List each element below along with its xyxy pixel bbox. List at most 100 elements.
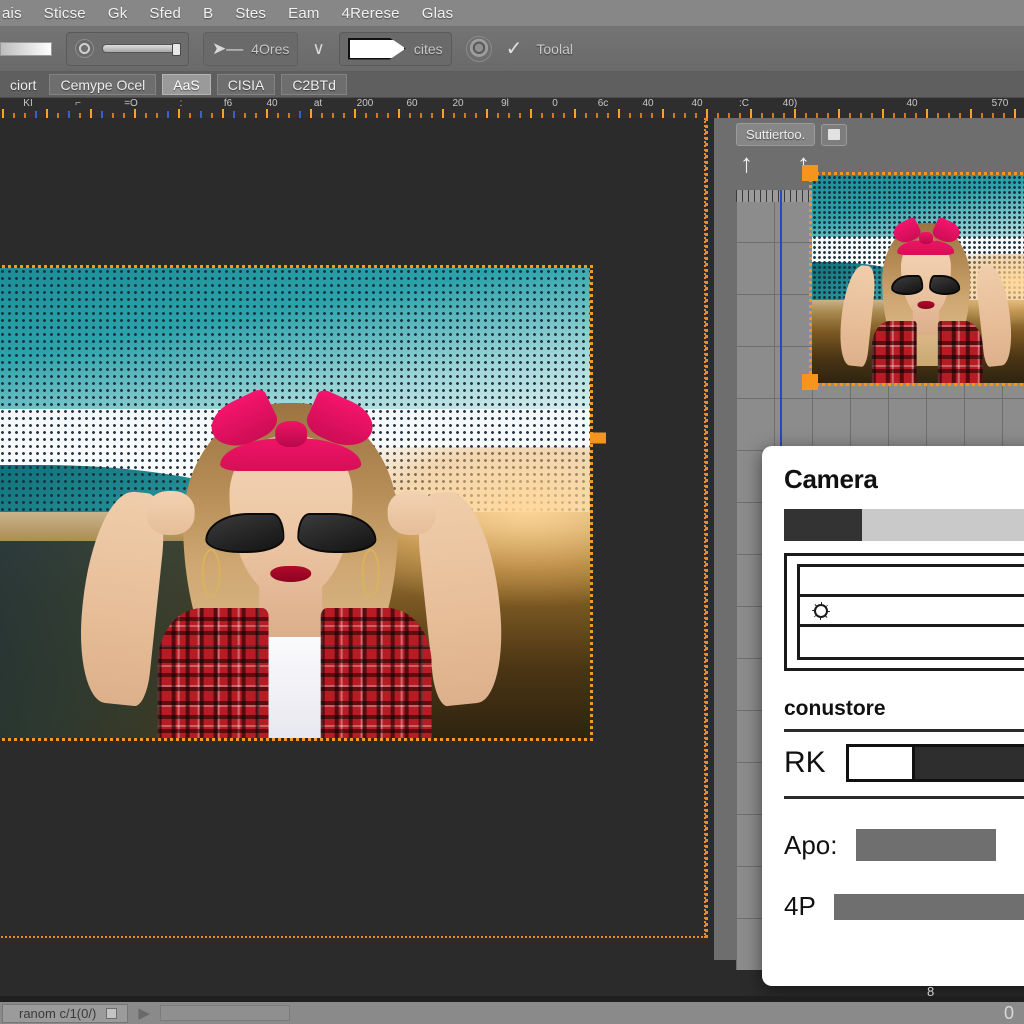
ruler-label: 6c — [597, 98, 609, 109]
menu-item-3[interactable]: Sfed — [149, 5, 181, 22]
gradient-swatch[interactable] — [0, 41, 52, 56]
primary-toolbar: ➤— 4Ores ∨ cites ✓ Toolal — [0, 26, 1024, 72]
arrow-right-icon: ➤— — [212, 39, 244, 58]
opacity-slider[interactable] — [102, 43, 181, 56]
check-icon[interactable]: ✓ — [506, 39, 523, 59]
selection-handle-right[interactable] — [590, 432, 606, 444]
camera-panel[interactable]: Camera conustore RK Apo: 4P — [762, 446, 1024, 986]
ruler-label: 40) — [782, 98, 798, 109]
apo-label: Apo: — [784, 829, 838, 860]
document-info-text: ranom c/1(0/) — [19, 1005, 97, 1021]
earring-left — [202, 549, 221, 598]
menu-item-2[interactable]: Gk — [108, 5, 128, 22]
ruler-label: 20 — [452, 98, 464, 109]
options-tab-bar: ciort Cemype Ocel AaS CISIA C2BTd — [0, 72, 1024, 98]
camera-row-1[interactable] — [800, 597, 1024, 627]
panel-icon[interactable] — [821, 123, 848, 146]
fourp-field-row: 4P — [784, 891, 1024, 922]
ruler-label: 40 — [906, 98, 918, 109]
ruler-label: 200 — [356, 98, 374, 109]
camera-row-2[interactable] — [800, 627, 1024, 657]
slider-thumb[interactable] — [172, 43, 181, 56]
thumb-bow-left — [890, 216, 924, 248]
menu-item-4[interactable]: B — [203, 5, 213, 22]
navigator-arrow-row: ↑ ↑ — [740, 150, 810, 176]
thumb-lens-left — [891, 275, 924, 295]
divider-1 — [784, 729, 1024, 732]
vertical-guide[interactable] — [705, 118, 708, 938]
menu-item-6[interactable]: Eam — [288, 5, 319, 22]
lens-right — [297, 512, 377, 554]
camera-progress[interactable] — [784, 509, 1024, 541]
ruler-label: ⌐ — [75, 98, 81, 109]
navigator-tab[interactable]: Suttiertoo. — [736, 123, 816, 146]
option-tab-1[interactable]: Cemype Ocel — [49, 74, 157, 95]
status-bar: ranom c/1(0/) ▶ — [0, 1002, 1024, 1024]
ruler-label: =O — [124, 98, 138, 109]
apo-field-row: Apo: — [784, 829, 1024, 861]
brush-label: cites — [413, 40, 443, 57]
opacity-slider-group[interactable] — [66, 31, 189, 66]
apo-field[interactable] — [855, 829, 996, 861]
option-tab-4[interactable]: C2BTd — [281, 74, 347, 95]
thumb-handle-top-left[interactable] — [802, 165, 818, 181]
rk-slider-fill — [848, 747, 915, 779]
menu-item-0[interactable]: ais — [2, 5, 22, 22]
sun-icon — [814, 603, 828, 618]
option-tab-2[interactable]: AaS — [162, 74, 211, 95]
menu-item-8[interactable]: Glas — [422, 5, 454, 22]
option-tab-3[interactable]: CISIA — [216, 74, 276, 95]
sunglasses-shape — [205, 512, 377, 554]
doc-icon[interactable] — [106, 1007, 118, 1019]
ruler-label: 40 — [642, 98, 654, 109]
divider-2 — [784, 796, 1024, 799]
menu-item-1[interactable]: Sticse — [44, 5, 86, 22]
fourp-label: 4P — [784, 891, 816, 921]
brush-group[interactable]: cites — [338, 31, 452, 66]
camera-subtitle: conustore — [784, 697, 886, 720]
rk-label: RK — [784, 746, 826, 779]
thumb-lens-right — [928, 275, 961, 295]
rk-slider[interactable] — [845, 744, 1024, 782]
ruler-label: KI — [23, 98, 33, 109]
plaid-shirt-right — [320, 608, 432, 738]
status-placeholder — [159, 1005, 290, 1021]
camera-settings-list — [797, 564, 1024, 660]
plaid-shirt-left — [157, 608, 269, 738]
thumb-handle-bottom-left[interactable] — [802, 374, 818, 390]
fourp-field[interactable] — [833, 893, 1024, 920]
dial-icon[interactable] — [465, 35, 492, 62]
ruler-label: : — [179, 98, 183, 109]
play-icon[interactable]: ▶ — [132, 1006, 156, 1021]
thumb-bow — [890, 216, 963, 248]
document-canvas[interactable] — [0, 265, 593, 741]
arrow-up-icon[interactable]: ↑ — [740, 150, 753, 176]
menu-item-5[interactable]: Stes — [235, 5, 266, 22]
ruler-label: 570 — [991, 98, 1009, 109]
panel-glyph — [828, 129, 841, 140]
camera-row-0[interactable] — [800, 567, 1024, 597]
thumb-plaid-left — [871, 320, 917, 383]
knob-icon — [75, 39, 94, 58]
flow-group[interactable]: ➤— 4Ores — [203, 31, 299, 66]
strip-number: 8 — [927, 984, 935, 999]
app-window: ais Sticse Gk Sfed B Stes Eam 4Rerese Gl… — [0, 0, 1024, 1024]
camera-progress-fill — [784, 509, 862, 541]
document-thumbnail[interactable] — [809, 172, 1024, 386]
thumb-sunglasses — [891, 275, 961, 295]
ruler-label: 60 — [406, 98, 418, 109]
horizontal-ruler[interactable]: KI ⌐ =O : f6 40 at 200 60 20 9l 0 6c 40 … — [0, 98, 1024, 118]
ruler-label: at — [313, 98, 323, 109]
option-tab-0[interactable]: ciort — [0, 72, 46, 97]
camera-panel-title: Camera — [784, 464, 878, 494]
ruler-label: f6 — [223, 98, 233, 109]
bow-shape — [204, 386, 381, 456]
camera-settings-box — [784, 553, 1024, 671]
thumb-bow-knot — [919, 231, 933, 245]
ruler-label: 9l — [501, 98, 509, 109]
thumb-plaid-right — [938, 320, 984, 383]
composite-photo — [0, 268, 590, 738]
document-info[interactable]: ranom c/1(0/) — [2, 1003, 129, 1023]
menu-item-7[interactable]: 4Rerese — [342, 5, 400, 22]
check-down-icon[interactable]: ∨ — [312, 40, 324, 57]
